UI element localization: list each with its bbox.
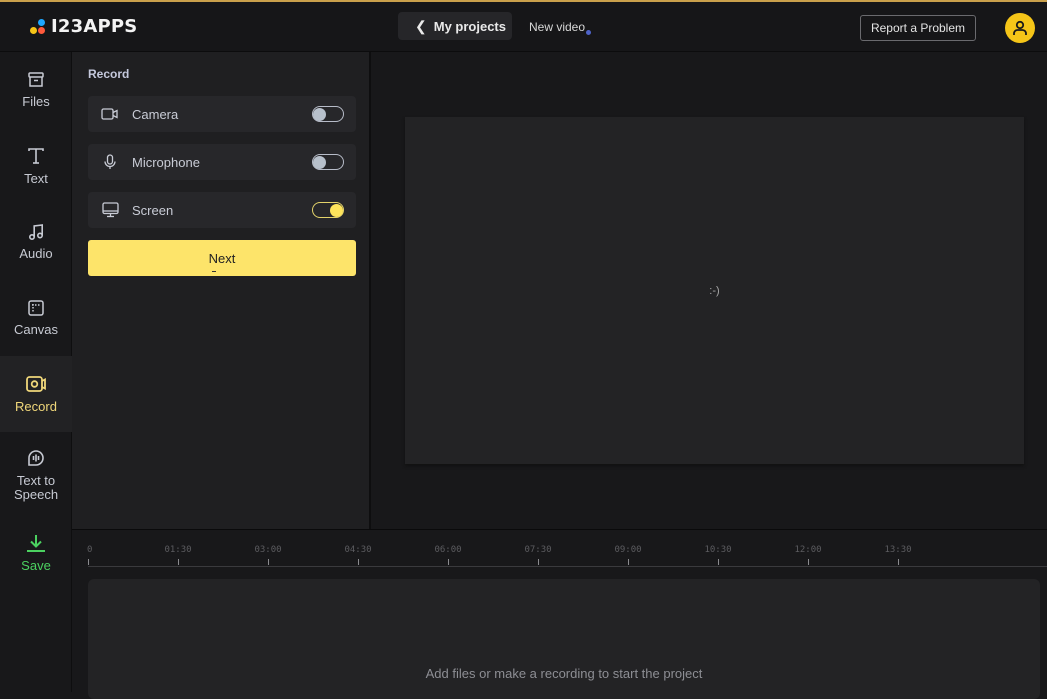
- next-label: Next: [208, 250, 236, 266]
- tick-mark: [178, 559, 179, 565]
- tick-label: 0: [87, 545, 93, 555]
- tick-mark: [358, 559, 359, 565]
- tick-mark: [718, 559, 719, 565]
- sidebar-item-audio[interactable]: Audio: [0, 204, 72, 280]
- user-icon: [1013, 20, 1027, 35]
- tick-label: 01:30: [164, 545, 192, 555]
- tick-mark: [538, 559, 539, 565]
- canvas-icon: [28, 300, 44, 316]
- sidebar-item-files[interactable]: Files: [0, 52, 72, 128]
- project-name[interactable]: New video: [529, 20, 592, 35]
- screen-option[interactable]: Screen: [88, 192, 356, 228]
- camera-toggle[interactable]: [312, 106, 344, 122]
- screen-label: Screen: [132, 202, 174, 218]
- top-bar: I23APPS ❮ My projects New video Report a…: [0, 0, 1047, 52]
- archive-icon: [28, 72, 44, 87]
- timeline: 0 01:30 03:00 04:30 06:00 07:30 09:00 10:30 12:0…: [72, 529, 1047, 699]
- ruler-line: [88, 566, 1047, 567]
- microphone-icon: [104, 154, 116, 169]
- camera-label: Camera: [132, 106, 179, 122]
- tick-mark: [448, 559, 449, 565]
- empty-track-message: Add files or make a recording to start t…: [425, 666, 703, 681]
- tick-label: 06:00: [434, 545, 462, 555]
- sidebar-item-label: Audio: [19, 246, 53, 261]
- monitor-icon: [101, 202, 119, 218]
- tick-mark: [88, 559, 89, 565]
- microphone-label: Microphone: [132, 154, 200, 170]
- sidebar-item-label: Canvas: [13, 322, 59, 337]
- tick-label: 07:30: [524, 545, 552, 555]
- tick-mark: [268, 559, 269, 565]
- tick-mark: [898, 559, 899, 565]
- sidebar-item-label: Save: [21, 558, 51, 573]
- toggle-knob: [313, 156, 326, 169]
- download-icon: [27, 535, 45, 552]
- toggle-knob: [330, 204, 343, 217]
- tick-mark: [628, 559, 629, 565]
- logo-text: I23APPS: [51, 16, 138, 37]
- microphone-option[interactable]: Microphone: [88, 144, 356, 180]
- cursor-mark: [212, 271, 216, 272]
- music-note-icon: [28, 224, 44, 241]
- sidebar-item-save[interactable]: Save: [0, 518, 72, 588]
- microphone-toggle[interactable]: [312, 154, 344, 170]
- logo-dots-icon: [29, 18, 47, 36]
- sidebar-item-label: Record: [15, 399, 57, 414]
- my-projects-button[interactable]: ❮ My projects: [398, 12, 512, 40]
- camera-option[interactable]: Camera: [88, 96, 356, 132]
- chevron-left-icon: ❮: [415, 17, 427, 34]
- preview-placeholder: :-): [709, 284, 720, 297]
- sidebar: Files Text Audio Canvas Record Text to S…: [0, 52, 72, 692]
- tick-label: 04:30: [344, 545, 372, 555]
- camera-icon: [101, 108, 118, 120]
- sidebar-item-text-to-speech[interactable]: Text to Speech: [0, 432, 72, 518]
- tick-mark: [808, 559, 809, 565]
- record-camera-icon: [26, 376, 46, 392]
- report-problem-button[interactable]: Report a Problem: [860, 15, 976, 41]
- sidebar-item-label: Text to Speech: [13, 473, 59, 502]
- sidebar-item-canvas[interactable]: Canvas: [0, 280, 72, 356]
- timeline-ruler[interactable]: 0 01:30 03:00 04:30 06:00 07:30 09:00 10:30 12:0…: [87, 530, 1047, 570]
- tick-label: 09:00: [614, 545, 642, 555]
- unsaved-indicator-dot: [586, 30, 592, 35]
- sidebar-item-label: Files: [22, 94, 50, 109]
- sidebar-item-record[interactable]: Record: [0, 356, 72, 432]
- preview-canvas[interactable]: :-): [405, 117, 1024, 464]
- timeline-track[interactable]: Add files or make a recording to start t…: [88, 579, 1040, 699]
- panel-title: Record: [88, 67, 130, 81]
- preview-area: :-): [373, 52, 1047, 529]
- sidebar-item-text[interactable]: Text: [0, 128, 72, 204]
- sidebar-item-label: Text: [24, 171, 48, 186]
- tick-label: 12:00: [794, 545, 822, 555]
- speech-icon: [28, 450, 44, 466]
- logo[interactable]: I23APPS: [29, 16, 137, 37]
- next-button[interactable]: Next: [88, 240, 356, 276]
- text-icon: [28, 148, 44, 164]
- tick-label: 13:30: [884, 545, 912, 555]
- user-avatar[interactable]: [1005, 13, 1035, 43]
- tick-label: 03:00: [254, 545, 282, 555]
- project-name-text: New video: [529, 20, 586, 34]
- tick-label: 10:30: [704, 545, 732, 555]
- my-projects-label: My projects: [433, 18, 506, 34]
- record-panel: Record Camera Microphone Screen Next: [72, 52, 371, 529]
- toggle-knob: [313, 108, 326, 121]
- screen-toggle[interactable]: [312, 202, 344, 218]
